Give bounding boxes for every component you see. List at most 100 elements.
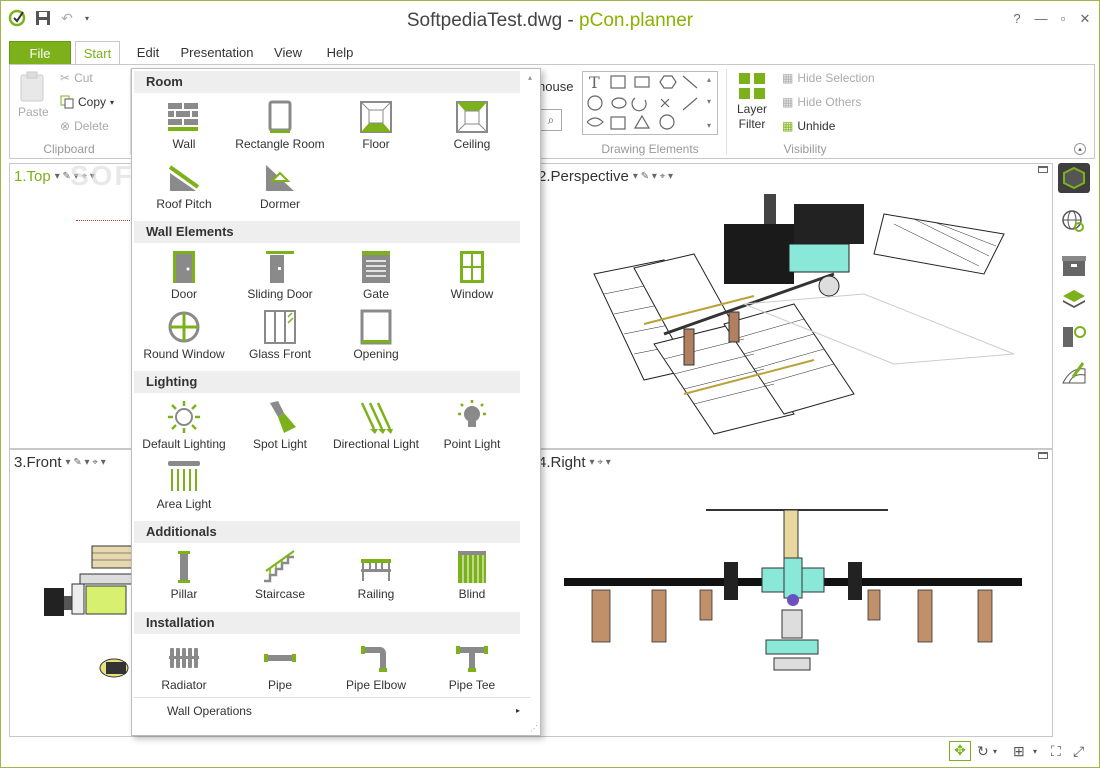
svg-text:▾: ▾ (707, 97, 711, 106)
partial-house-label: house (538, 79, 574, 94)
area-light-icon (168, 461, 200, 491)
item-dormer[interactable]: Dormer (232, 159, 328, 217)
delete-button[interactable]: ⊗ Delete (60, 119, 109, 133)
orbit-dropdown-icon[interactable]: ▾ (993, 747, 997, 756)
tab-edit[interactable]: Edit (133, 41, 163, 65)
tab-file[interactable]: File (9, 41, 71, 65)
spot-light-icon (270, 401, 296, 433)
dormer-icon (266, 165, 294, 191)
item-pipe-elbow[interactable]: Pipe Elbow (328, 640, 424, 698)
radiator-icon (169, 648, 199, 668)
resize-grip-icon[interactable]: ⋰ (530, 724, 538, 733)
insert-elements-dropdown: ▴ Room Wall Rectangle Room Floor Ceiling… (131, 68, 541, 736)
drawing-tools-icons: T ▴ ▾ ▾ (586, 73, 711, 130)
viewport-right[interactable]: 4.Right ▾ ⌖ ▾ (533, 449, 1053, 737)
pillar-icon (178, 551, 190, 583)
item-railing[interactable]: Railing (328, 549, 424, 607)
opening-icon (360, 309, 392, 345)
hide-others-icon: ▦ (782, 95, 794, 109)
layout-icon[interactable]: ⊞ (1013, 743, 1025, 760)
round-window-icon (168, 311, 200, 343)
cut-button[interactable]: ✂ Cut (60, 71, 93, 85)
item-blind[interactable]: Blind (424, 549, 520, 607)
catalog-icon[interactable] (1058, 163, 1090, 193)
svg-text:T: T (589, 73, 600, 92)
item-ceiling[interactable]: Ceiling (424, 99, 520, 157)
space-station-front-model (44, 545, 133, 678)
tab-presentation[interactable]: Presentation (179, 41, 255, 65)
tab-view[interactable]: View (273, 41, 303, 65)
viewport-perspective[interactable]: 2.Perspective ▾ ✎ ▾ ⌖ ▾ (533, 163, 1053, 449)
copy-button[interactable]: Copy ▾ (60, 95, 114, 109)
copy-icon (60, 95, 74, 109)
drawing-elements-group-label: Drawing Elements (601, 142, 699, 156)
search-icon[interactable]: ⌕ (540, 109, 562, 131)
item-round-window[interactable]: Round Window (136, 309, 232, 367)
item-default-lighting[interactable]: Default Lighting (136, 399, 232, 457)
hide-selection-button[interactable]: ▦ Hide Selection (782, 71, 875, 85)
roof-pitch-icon (168, 165, 200, 191)
unhide-button[interactable]: ▦ Unhide (782, 119, 835, 133)
item-staircase[interactable]: Staircase (232, 549, 328, 607)
close-button[interactable]: ✕ (1075, 11, 1095, 27)
scissors-icon: ✂ (60, 71, 71, 85)
item-wall[interactable]: Wall (136, 99, 232, 157)
right-sidebar (1053, 163, 1095, 393)
light-bulb-icon (458, 400, 486, 427)
item-sliding-door[interactable]: Sliding Door (232, 249, 328, 307)
box-icon[interactable] (1058, 251, 1090, 281)
web-search-icon[interactable] (1058, 207, 1090, 237)
item-roof-pitch[interactable]: Roof Pitch (136, 159, 232, 217)
move-view-icon[interactable]: ✥ (949, 741, 971, 761)
fullscreen-icon[interactable]: ⛶ (1051, 743, 1061, 760)
item-spot-light[interactable]: Spot Light (232, 399, 328, 457)
tab-start[interactable]: Start (75, 41, 120, 65)
dropdown-scrollbar[interactable]: ▴ (525, 73, 535, 713)
directional-light-icon (360, 402, 393, 434)
door-icon (173, 251, 195, 283)
paste-button[interactable]: Paste (18, 71, 49, 119)
layer-filter-icon (739, 73, 765, 99)
hide-others-button[interactable]: ▦ Hide Others (782, 95, 861, 109)
help-button[interactable]: ? (1007, 11, 1027, 26)
layers-icon[interactable] (1058, 285, 1090, 315)
drawing-elements-gallery[interactable]: T ▴ ▾ ▾ (582, 71, 718, 135)
item-point-light[interactable]: Point Light (424, 399, 520, 457)
item-pipe-tee[interactable]: Pipe Tee (424, 640, 520, 698)
item-rectangle-room[interactable]: Rectangle Room (232, 99, 328, 157)
item-radiator[interactable]: Radiator (136, 640, 232, 698)
app-name: pCon.planner (579, 10, 694, 31)
layout-dropdown-icon[interactable]: ▾ (1033, 747, 1037, 756)
section-installation: Installation (134, 612, 520, 634)
blind-icon (458, 551, 486, 583)
copy-dropdown-icon: ▾ (110, 97, 115, 107)
glass-front-icon (264, 310, 296, 344)
item-glass-front[interactable]: Glass Front (232, 309, 328, 367)
fit-icon[interactable]: ⤢ (1073, 743, 1084, 760)
item-directional-light[interactable]: Directional Light (328, 399, 424, 457)
item-gate[interactable]: Gate (328, 249, 424, 307)
maximize-button[interactable]: ▫ (1053, 11, 1073, 26)
layer-filter-button[interactable]: Layer Filter (732, 71, 772, 131)
item-pillar[interactable]: Pillar (136, 549, 232, 607)
item-window[interactable]: Window (424, 249, 520, 307)
pipe-elbow-icon (361, 646, 387, 672)
section-room: Room (134, 71, 520, 93)
wall-operations-menu-item[interactable]: Wall Operations ▸ (134, 697, 530, 723)
grid-edit-icon[interactable] (1058, 359, 1090, 389)
minimize-button[interactable]: — (1031, 11, 1051, 26)
paste-icon (20, 71, 44, 102)
item-opening[interactable]: Opening (328, 309, 424, 367)
orbit-icon[interactable]: ↻ (977, 743, 989, 760)
item-door[interactable]: Door (136, 249, 232, 307)
hide-selection-icon: ▦ (782, 71, 794, 85)
material-settings-icon[interactable] (1058, 321, 1090, 351)
tab-help[interactable]: Help (325, 41, 355, 65)
item-area-light[interactable]: Area Light (136, 459, 232, 517)
space-station-perspective-model (593, 194, 1015, 435)
title-bar: ↶ ▾ SoftpediaTest.dwg - pCon.planner ? —… (1, 1, 1099, 41)
status-bar: ✥ ↻ ▾ ⊞ ▾ ⛶ ⤢ (9, 739, 1095, 765)
collapse-ribbon-icon[interactable]: ▴ (1074, 143, 1086, 155)
item-pipe[interactable]: Pipe (232, 640, 328, 698)
item-floor[interactable]: Floor (328, 99, 424, 157)
